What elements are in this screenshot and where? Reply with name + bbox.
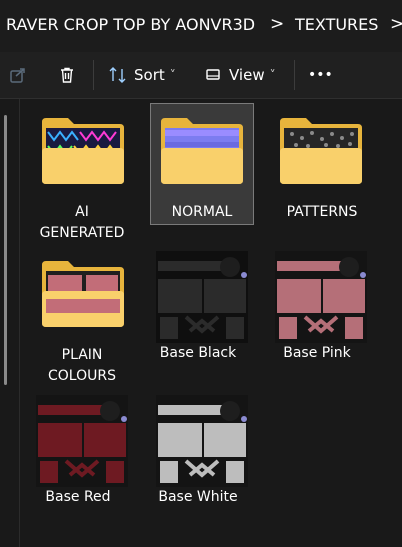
item-label: NORMAL <box>171 204 233 220</box>
folder-normal[interactable]: NORMAL <box>150 103 254 225</box>
item-label: Base Pink <box>283 345 351 361</box>
texture-thumbnail <box>36 395 128 487</box>
item-label: GENERATED <box>39 225 125 241</box>
scrollbar[interactable] <box>4 115 7 385</box>
share-icon <box>10 68 25 83</box>
folder-icon <box>42 261 124 327</box>
breadcrumb-separator[interactable]: > <box>270 14 284 34</box>
sort-button[interactable]: Sort ˅ <box>108 52 176 98</box>
more-options-button[interactable]: ••• <box>308 52 333 98</box>
texture-thumbnail <box>156 395 248 487</box>
texture-thumbnail <box>156 251 248 343</box>
item-label: Base Red <box>45 489 111 505</box>
breadcrumb-separator[interactable]: > <box>390 14 402 34</box>
view-icon <box>206 69 220 80</box>
texture-thumbnail <box>275 251 367 343</box>
breadcrumb-item-textures[interactable]: TEXTURES <box>295 15 378 34</box>
sort-label: Sort <box>134 66 165 84</box>
item-label: Base Black <box>159 345 237 361</box>
toolbar-divider <box>93 60 94 90</box>
item-label: Base White <box>158 489 238 505</box>
address-bar: RAVER CROP TOP BY AONVR3D > TEXTURES > <box>0 0 402 52</box>
view-label: View <box>229 66 265 84</box>
folder-ai-generated[interactable]: AI GENERATED <box>30 104 134 241</box>
item-label: COLOURS <box>48 368 116 384</box>
pane-divider <box>19 99 20 547</box>
folder-icon <box>280 118 362 184</box>
chevron-down-icon: ˅ <box>169 68 176 82</box>
share-button[interactable] <box>9 52 29 98</box>
toolbar-divider <box>294 60 295 90</box>
trash-icon <box>61 67 73 83</box>
chevron-down-icon: ˅ <box>269 68 276 82</box>
image-base-black[interactable]: Base Black <box>146 245 250 367</box>
breadcrumb-item-raver-crop-top[interactable]: RAVER CROP TOP BY AONVR3D <box>6 15 255 34</box>
folder-patterns[interactable]: PATTERNS <box>270 104 374 226</box>
delete-button[interactable] <box>58 52 78 98</box>
item-label: AI <box>75 204 89 220</box>
image-base-pink[interactable]: Base Pink <box>265 245 369 367</box>
item-label: PATTERNS <box>286 204 358 220</box>
folder-icon <box>161 118 243 184</box>
file-view: AI GENERATED NORMAL PATTERNS PLAIN COLOU… <box>0 99 402 547</box>
image-base-red[interactable]: Base Red <box>26 389 130 511</box>
folder-plain-colours[interactable]: PLAIN COLOURS <box>30 251 134 384</box>
command-bar: Sort ˅ View ˅ ••• <box>0 52 402 99</box>
image-base-white[interactable]: Base White <box>146 389 250 511</box>
item-label: PLAIN <box>61 347 103 363</box>
view-button[interactable]: View ˅ <box>205 52 276 98</box>
folder-icon <box>42 118 124 184</box>
sort-icon <box>109 67 126 83</box>
more-icon: ••• <box>308 67 333 83</box>
